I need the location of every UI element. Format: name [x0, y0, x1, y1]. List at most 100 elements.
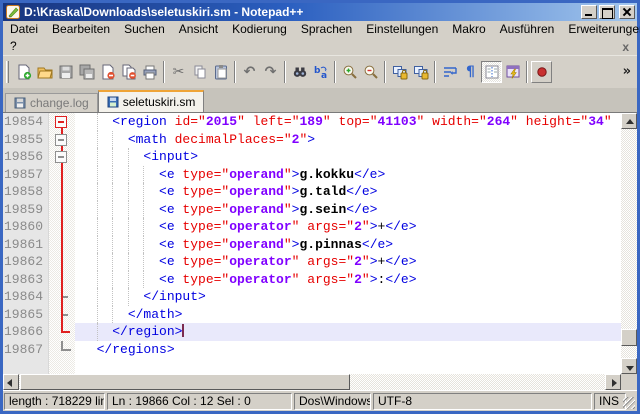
- code-text[interactable]: </math>: [75, 306, 621, 324]
- show-all-characters-icon[interactable]: ¶: [460, 61, 481, 83]
- status-cursor-position[interactable]: Ln : 19866 Col : 12 Sel : 0: [107, 393, 292, 410]
- close-button-icon[interactable]: [619, 5, 635, 19]
- line-number[interactable]: 19861: [3, 236, 49, 254]
- line-number[interactable]: 19854: [3, 113, 49, 131]
- status-doc-info: length : 718229 lines :: [4, 393, 105, 410]
- horizontal-scrollbar[interactable]: [3, 374, 621, 390]
- status-eol-format[interactable]: Dos\Windows: [294, 393, 371, 410]
- menu-einstellungen[interactable]: Einstellungen: [359, 21, 445, 38]
- line-number[interactable]: 19856: [3, 148, 49, 166]
- scroll-down-icon[interactable]: [621, 358, 637, 374]
- line-number[interactable]: 19865: [3, 306, 49, 324]
- code-text[interactable]: <e type="operator" args="2">+</e>: [75, 218, 621, 236]
- code-line[interactable]: 19861 <e type="operand">g.pinnas</e>: [3, 236, 621, 254]
- line-number[interactable]: 19859: [3, 201, 49, 219]
- text-caret: [182, 324, 184, 337]
- replace-icon[interactable]: ba: [310, 61, 331, 83]
- code-text[interactable]: <e type="operand">g.sein</e>: [75, 201, 621, 219]
- code-text[interactable]: <math decimalPlaces="2">: [75, 131, 621, 149]
- find-icon[interactable]: [289, 61, 310, 83]
- document-close-icon[interactable]: x: [614, 40, 637, 54]
- code-area[interactable]: 19854 <region id="2015" left="189" top="…: [3, 113, 621, 374]
- line-number[interactable]: 19857: [3, 166, 49, 184]
- code-text[interactable]: <e type="operator" args="2">:</e>: [75, 271, 621, 289]
- word-wrap-icon[interactable]: [439, 61, 460, 83]
- scroll-up-icon[interactable]: [621, 113, 637, 129]
- code-text[interactable]: </input>: [75, 288, 621, 306]
- sync-horizontal-scroll-icon[interactable]: [410, 61, 431, 83]
- menu-sprachen[interactable]: Sprachen: [294, 21, 359, 38]
- fold-collapse-icon[interactable]: [49, 113, 75, 131]
- fold-line: [49, 201, 75, 219]
- horizontal-scroll-thumb[interactable]: [20, 374, 350, 390]
- code-line[interactable]: 19859 <e type="operand">g.sein</e>: [3, 201, 621, 219]
- fold-collapse-icon[interactable]: [49, 131, 75, 149]
- code-text[interactable]: <e type="operand">g.pinnas</e>: [75, 236, 621, 254]
- print-icon[interactable]: [139, 61, 160, 83]
- code-text[interactable]: <e type="operand">g.tald</e>: [75, 183, 621, 201]
- line-number[interactable]: 19860: [3, 218, 49, 236]
- code-text[interactable]: <input>: [75, 148, 621, 166]
- code-text[interactable]: </regions>: [75, 341, 621, 359]
- code-line[interactable]: 19865 </math>: [3, 306, 621, 324]
- vertical-scroll-thumb[interactable]: [621, 329, 637, 346]
- line-number[interactable]: 19866: [3, 323, 49, 341]
- code-line[interactable]: 19862 <e type="operator" args="2">+</e>: [3, 253, 621, 271]
- line-number[interactable]: 19863: [3, 271, 49, 289]
- menu-erweiterungen[interactable]: Erweiterungen: [561, 21, 640, 38]
- zoom-out-icon[interactable]: [360, 61, 381, 83]
- code-line[interactable]: 19858 <e type="operand">g.tald</e>: [3, 183, 621, 201]
- menu-kodierung[interactable]: Kodierung: [225, 21, 294, 38]
- menu-bearbeiten[interactable]: Bearbeiten: [45, 21, 117, 38]
- code-line[interactable]: 19855 <math decimalPlaces="2">: [3, 131, 621, 149]
- menu-ansicht[interactable]: Ansicht: [172, 21, 225, 38]
- close-document-icon[interactable]: [97, 61, 118, 83]
- tab-seletuskiri[interactable]: seletuskiri.sm: [98, 90, 205, 112]
- code-line[interactable]: 19857 <e type="operand">g.kokku</e>: [3, 166, 621, 184]
- code-text[interactable]: </region>: [75, 323, 621, 341]
- menu-makro[interactable]: Makro: [445, 21, 492, 38]
- minimize-button-icon[interactable]: [581, 5, 597, 19]
- tab-change-log[interactable]: change.log: [5, 93, 98, 112]
- menu-suchen[interactable]: Suchen: [117, 21, 172, 38]
- status-typing-mode[interactable]: INS: [594, 393, 626, 410]
- code-line[interactable]: 19866 </region>: [3, 323, 621, 341]
- paste-icon[interactable]: [210, 61, 231, 83]
- scroll-left-icon[interactable]: [3, 374, 19, 390]
- menu-datei[interactable]: Datei: [3, 21, 45, 38]
- line-number[interactable]: 19862: [3, 253, 49, 271]
- status-encoding[interactable]: UTF-8: [373, 393, 592, 410]
- code-text[interactable]: <region id="2015" left="189" top="41103"…: [75, 113, 621, 131]
- menu-ausfuehren[interactable]: Ausführen: [493, 21, 562, 38]
- code-text[interactable]: <e type="operator" args="2">+</e>: [75, 253, 621, 271]
- zoom-in-icon[interactable]: [339, 61, 360, 83]
- fold-line: [49, 323, 75, 341]
- status-bar: length : 718229 lines : Ln : 19866 Col :…: [3, 390, 637, 411]
- line-number[interactable]: 19867: [3, 341, 49, 359]
- maximize-button-icon[interactable]: [599, 5, 615, 19]
- open-file-icon[interactable]: [34, 61, 55, 83]
- code-text[interactable]: <e type="operand">g.kokku</e>: [75, 166, 621, 184]
- line-number[interactable]: 19864: [3, 288, 49, 306]
- close-all-documents-icon[interactable]: [118, 61, 139, 83]
- code-line[interactable]: 19863 <e type="operator" args="2">:</e>: [3, 271, 621, 289]
- code-line[interactable]: 19867 </regions>: [3, 341, 621, 359]
- vertical-scrollbar[interactable]: [621, 113, 637, 374]
- line-number[interactable]: 19855: [3, 131, 49, 149]
- sync-vertical-scroll-icon[interactable]: [389, 61, 410, 83]
- notepadpp-app-icon[interactable]: [6, 5, 20, 19]
- code-line[interactable]: 19856 <input>: [3, 148, 621, 166]
- line-number[interactable]: 19858: [3, 183, 49, 201]
- function-list-icon[interactable]: [502, 61, 523, 83]
- macro-record-icon[interactable]: [531, 61, 552, 83]
- scroll-right-icon[interactable]: [605, 374, 621, 390]
- show-indent-guide-icon[interactable]: [481, 61, 502, 83]
- code-line[interactable]: 19864 </input>: [3, 288, 621, 306]
- code-line[interactable]: 19860 <e type="operator" args="2">+</e>: [3, 218, 621, 236]
- new-file-icon[interactable]: [13, 61, 34, 83]
- code-line[interactable]: 19854 <region id="2015" left="189" top="…: [3, 113, 621, 131]
- fold-collapse-icon[interactable]: [49, 148, 75, 166]
- menu-help[interactable]: ?: [3, 38, 24, 55]
- resize-grip[interactable]: [623, 397, 635, 409]
- toolbar-overflow-icon[interactable]: »: [623, 64, 633, 80]
